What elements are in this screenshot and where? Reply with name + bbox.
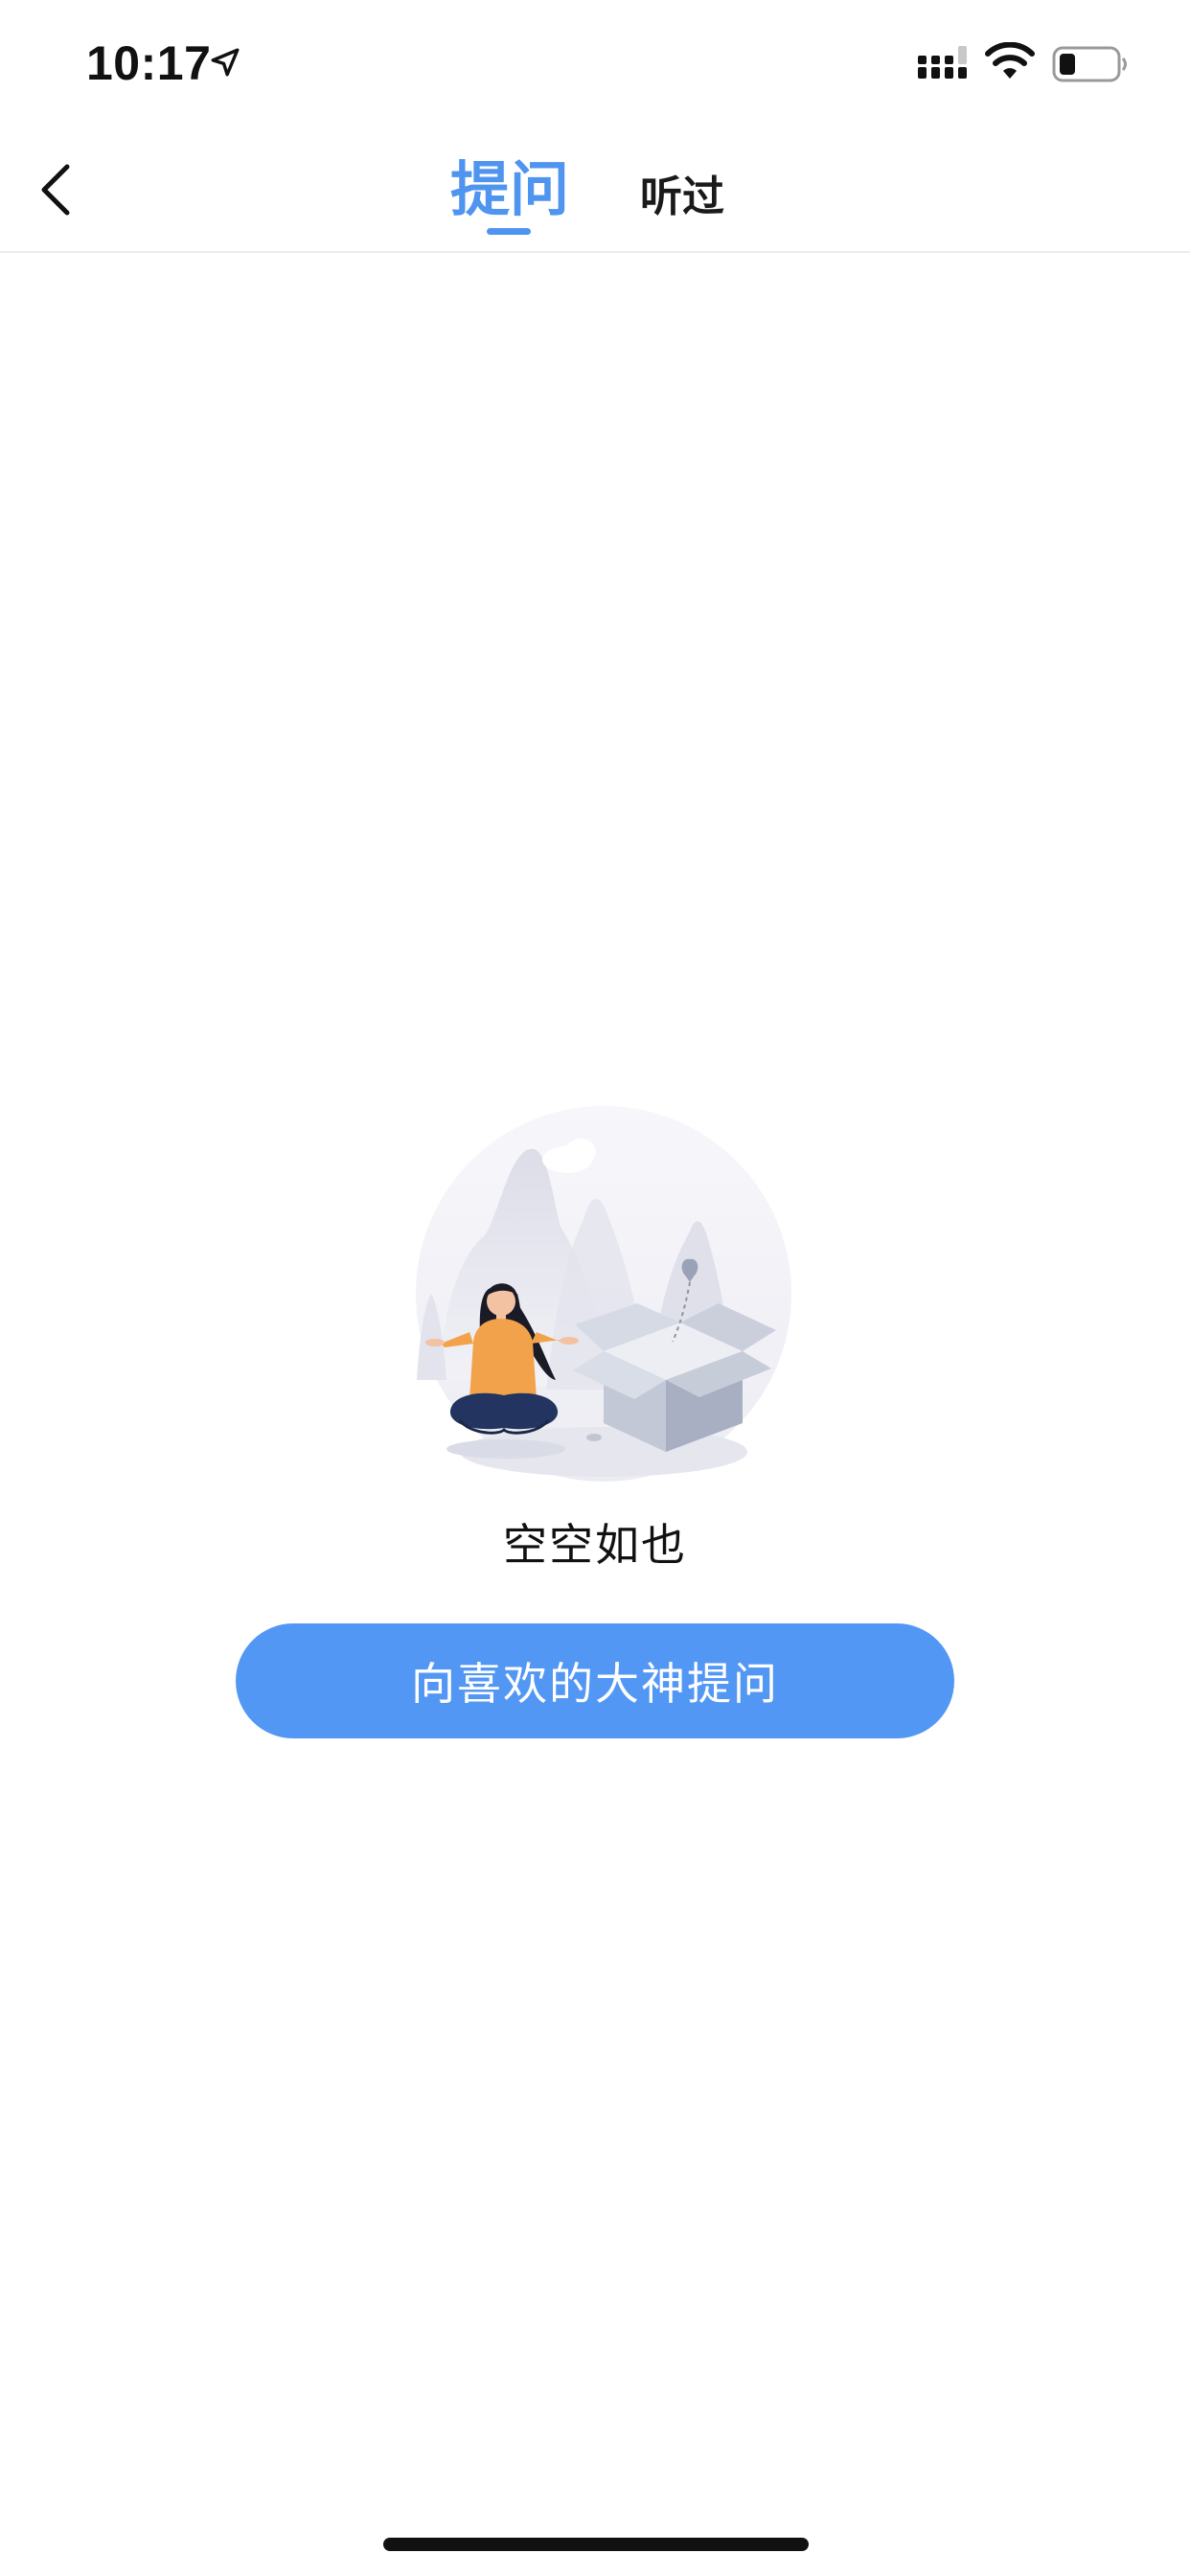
empty-state-illustration (416, 1106, 791, 1482)
status-time: 10:17 (86, 36, 212, 90)
location-arrow-icon (211, 48, 240, 77)
back-button[interactable] (21, 155, 90, 224)
tab-ask[interactable]: 提问 (450, 153, 569, 226)
empty-message: 空空如也 (503, 1519, 687, 1571)
nav-bar: 提问 听过 (0, 126, 1190, 253)
status-bar: 10:17 (0, 0, 1190, 126)
signal-icon (918, 46, 967, 79)
ask-expert-button[interactable]: 向喜欢的大神提问 (236, 1623, 954, 1738)
home-indicator[interactable] (383, 2538, 809, 2551)
wifi-icon (985, 42, 1035, 79)
tab-listened[interactable]: 听过 (640, 161, 724, 234)
active-tab-indicator (487, 228, 531, 235)
battery-icon (1052, 46, 1127, 82)
chevron-left-icon (41, 164, 70, 216)
